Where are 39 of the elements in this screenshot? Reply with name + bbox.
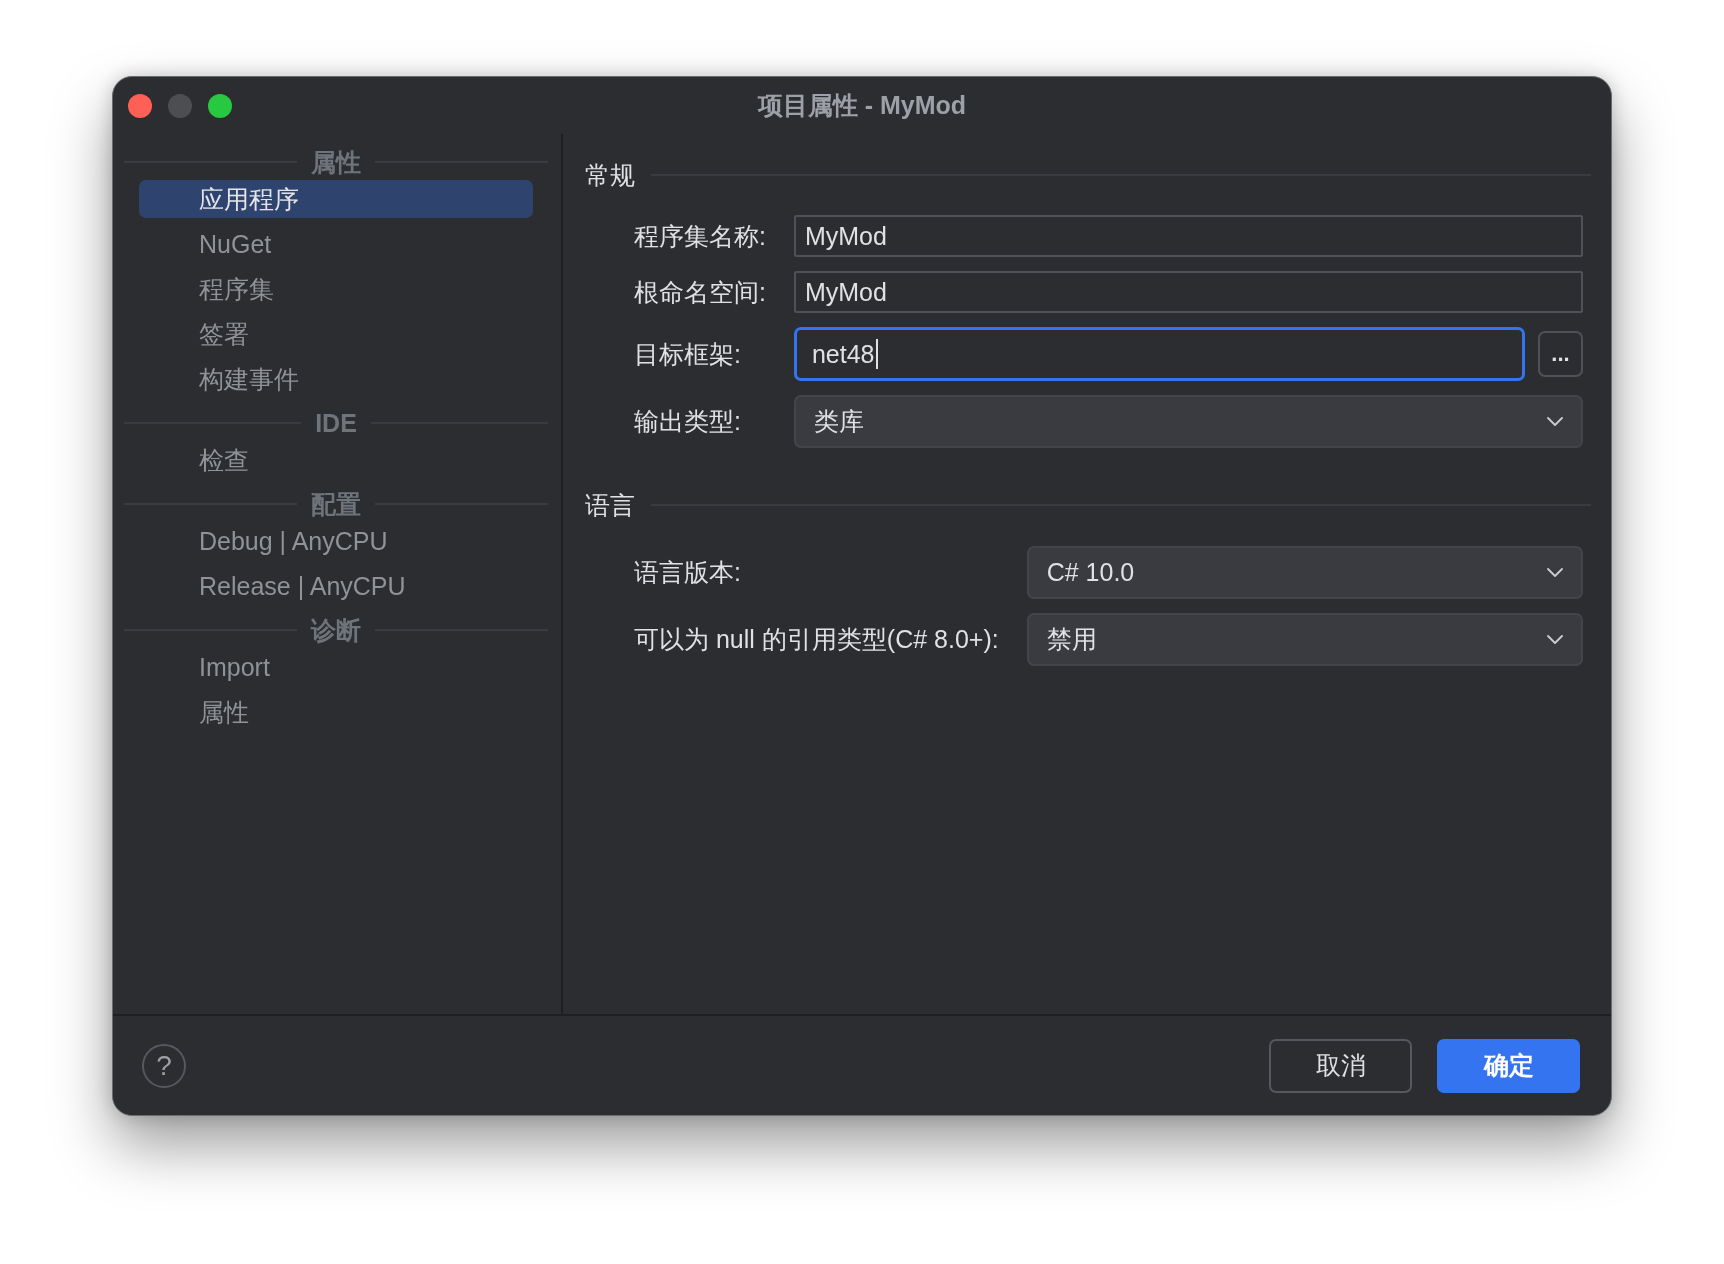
sidebar-item[interactable]: 程序集 [139,270,533,308]
dropdown[interactable]: C# 10.0 [1026,546,1583,599]
dropdown[interactable]: 禁用 [1026,613,1583,666]
close-button[interactable] [128,93,152,118]
sidebar-item[interactable]: 构建事件 [139,360,533,398]
text-field[interactable]: MyMod [793,271,1583,313]
text-field[interactable]: net48 [793,327,1525,381]
help-button[interactable]: ? [142,1043,186,1088]
sidebar-item[interactable]: Import [139,648,533,686]
text-field[interactable]: MyMod [793,215,1583,257]
sidebar-item[interactable]: 签署 [139,315,533,353]
field-label: 程序集名称: [634,220,766,252]
sidebar-item[interactable]: Debug | AnyCPU [139,522,533,560]
chevron-down-icon [1547,635,1563,644]
sidebar-item[interactable]: 应用程序 [139,180,533,218]
cancel-button[interactable]: 取消 [1269,1038,1412,1093]
maximize-button[interactable] [208,93,232,118]
sidebar-section-header: 属性 [311,146,361,178]
dropdown[interactable]: 类库 [793,395,1583,448]
field-label: 输出类型: [634,406,742,437]
sidebar-section-header: 配置 [311,488,361,520]
field-label: 目标框架: [634,338,742,370]
text-cursor-icon [875,339,878,369]
sidebar-item[interactable]: 检查 [139,441,533,479]
chevron-down-icon [1547,568,1563,577]
field-label: 可以为 null 的引用类型(C# 8.0+): [634,624,999,655]
chevron-down-icon [1547,417,1563,426]
field-label: 根命名空间: [634,276,766,308]
field-label: 语言版本: [634,557,742,588]
section-heading: 语言 [585,489,635,521]
sidebar-section-header: 诊断 [311,614,361,646]
sidebar-item[interactable]: Release | AnyCPU [139,567,533,605]
sidebar-item[interactable]: 属性 [139,693,533,731]
window-title: 项目属性 - MyMod [757,90,967,121]
browse-button[interactable]: ... [1538,331,1583,377]
section-heading: 常规 [585,159,635,191]
ok-button[interactable]: 确定 [1437,1038,1580,1093]
sidebar-item[interactable]: NuGet [139,225,533,263]
sidebar-section-header: IDE [315,408,357,438]
